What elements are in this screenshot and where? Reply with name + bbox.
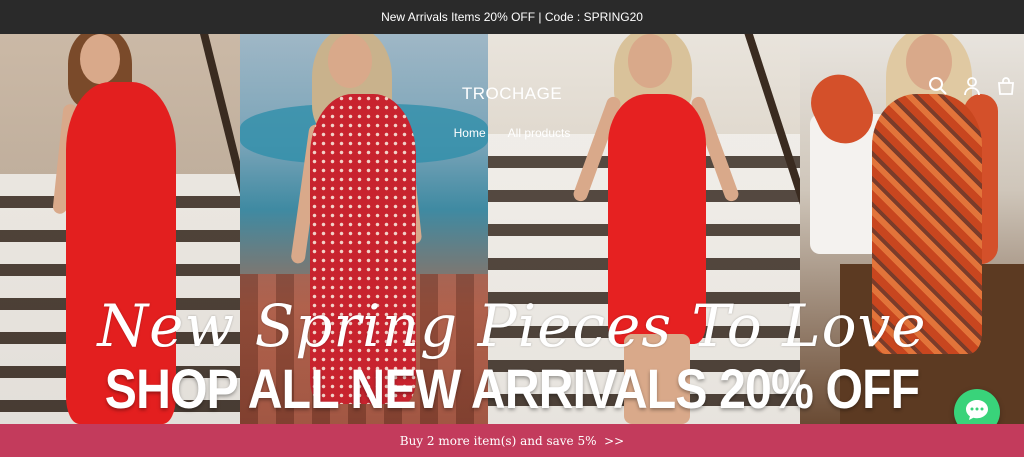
chat-bubble-icon [964,398,990,427]
promo-text: Buy 2 more item(s) and save 5% >> [399,433,625,448]
header-icons [928,76,1016,96]
hero-cta-text[interactable]: SHOP ALL NEW ARRIVALS 20% OFF [72,356,953,421]
announcement-bar: New Arrivals Items 20% OFF | Code : SPRI… [0,0,1024,34]
hero-script-title: New Spring Pieces To Love [97,292,927,360]
nav-home[interactable]: Home [454,126,486,140]
cart-icon[interactable] [996,76,1016,96]
main-nav: Home All products [0,126,1024,140]
brand-logo[interactable]: TROCHAGE [0,84,1024,104]
account-icon[interactable] [962,76,982,96]
promo-bar[interactable]: Buy 2 more item(s) and save 5% >> [0,424,1024,457]
nav-all-products[interactable]: All products [508,126,571,140]
announcement-text: New Arrivals Items 20% OFF | Code : SPRI… [381,10,643,24]
search-icon[interactable] [928,76,948,96]
